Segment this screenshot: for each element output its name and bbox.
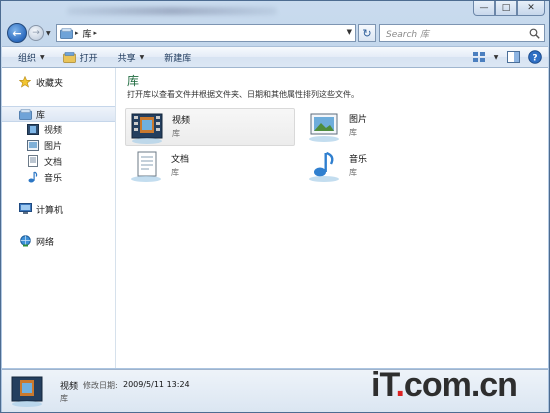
minimize-button[interactable]: —	[473, 1, 495, 16]
watermark-part-b: com.cn	[403, 366, 518, 404]
computer-icon	[18, 202, 32, 216]
library-tile-name: 文档	[171, 155, 190, 165]
organize-button[interactable]: 组织 ▼	[12, 48, 51, 66]
library-tile-name: 音乐	[349, 155, 368, 165]
document-icon	[26, 154, 40, 168]
nav-music[interactable]: 音乐	[2, 169, 115, 185]
chevron-down-icon: ▼	[40, 53, 45, 61]
refresh-button[interactable]: ↻	[358, 24, 376, 42]
watermark-dot: .	[395, 366, 405, 404]
library-tile-documents[interactable]: 文档 库	[125, 148, 295, 186]
search-input[interactable]: Search 库	[379, 24, 545, 42]
change-view-button[interactable]	[470, 49, 488, 65]
share-label: 共享	[117, 53, 136, 64]
nav-videos[interactable]: 视频	[2, 121, 115, 137]
breadcrumb-child-arrow[interactable]: ▸	[94, 29, 98, 37]
watermark-part-a: iT	[371, 366, 396, 404]
music-library-icon	[309, 151, 339, 182]
library-tile-videos[interactable]: 视频 库	[125, 108, 295, 146]
preview-pane-icon	[506, 51, 520, 63]
details-date-value: 2009/5/11 13:24	[123, 380, 190, 389]
new-library-button[interactable]: 新建库	[158, 48, 197, 66]
view-options-dropdown[interactable]: ▼	[492, 49, 500, 65]
network-icon	[18, 234, 32, 248]
recent-pages-dropdown[interactable]: ▼	[46, 30, 51, 37]
video-icon	[26, 122, 40, 136]
share-button[interactable]: 共享 ▼	[112, 48, 151, 66]
content-frame: 收藏夹 库 视频 图片 文档 音乐 计算机 网络 库 打开库以查看文件并根据文件…	[2, 68, 548, 368]
picture-icon	[26, 138, 40, 152]
search-placeholder: Search 库	[386, 29, 429, 40]
organize-label: 组织	[18, 53, 37, 64]
open-folder-icon	[62, 51, 76, 63]
toolbar-right: ▼ ?	[470, 49, 544, 65]
open-label: 打开	[79, 53, 98, 64]
nav-libraries-label: 库	[36, 110, 46, 121]
back-arrow-icon: ←	[12, 26, 22, 40]
main-pane: 库 打开库以查看文件并根据文件夹、日期和其他属性排列这些文件。 视频 库 图片 …	[117, 68, 548, 368]
nav-favorites-label: 收藏夹	[36, 78, 64, 89]
site-watermark: iT.com.cn	[371, 366, 518, 404]
nav-network[interactable]: 网络	[2, 233, 115, 249]
views-icon	[473, 52, 485, 62]
page-description: 打开库以查看文件并根据文件夹、日期和其他属性排列这些文件。	[127, 90, 359, 99]
nav-computer[interactable]: 计算机	[2, 201, 115, 217]
nav-computer-label: 计算机	[36, 205, 64, 216]
library-tile-name: 图片	[349, 115, 368, 125]
nav-pictures-label: 图片	[44, 141, 63, 152]
forward-arrow-icon: →	[32, 28, 40, 38]
maximize-button[interactable]: □	[495, 1, 517, 16]
command-bar: 组织 ▼ 打开 共享 ▼ 新建库 ▼ ?	[2, 46, 548, 68]
breadcrumb-separator[interactable]: ▸	[75, 29, 79, 37]
search-icon	[529, 28, 540, 39]
preview-pane-button[interactable]	[504, 49, 522, 65]
back-button[interactable]: ←	[7, 23, 27, 43]
refresh-icon: ↻	[362, 26, 372, 40]
forward-button[interactable]: →	[28, 25, 44, 41]
svg-text:?: ?	[532, 53, 537, 63]
blurred-window-title	[67, 7, 277, 15]
address-row: ← → ▼ ▸ 库 ▸ ▼ ↻ Search 库	[1, 21, 549, 45]
nav-favorites[interactable]: 收藏夹	[2, 74, 115, 90]
nav-pictures[interactable]: 图片	[2, 137, 115, 153]
document-library-icon	[131, 151, 161, 182]
library-tile-pictures[interactable]: 图片 库	[303, 108, 473, 146]
library-tile-music[interactable]: 音乐 库	[303, 148, 473, 186]
nav-videos-label: 视频	[44, 125, 63, 136]
help-icon: ?	[528, 50, 542, 64]
close-button[interactable]: ✕	[517, 1, 545, 16]
nav-libraries[interactable]: 库	[2, 106, 115, 122]
caption-buttons: — □ ✕	[473, 1, 545, 16]
new-library-label: 新建库	[164, 53, 192, 64]
picture-library-icon	[309, 113, 339, 142]
explorer-window: — □ ✕ ← → ▼ ▸ 库 ▸ ▼ ↻ Search 库 组织 ▼ 打开 共…	[0, 0, 550, 413]
video-library-icon	[131, 113, 163, 144]
open-button[interactable]: 打开	[57, 48, 104, 66]
details-name: 视频	[60, 382, 79, 392]
address-history-dropdown[interactable]: ▼	[347, 28, 352, 36]
details-type: 库	[60, 394, 68, 403]
library-tile-type: 库	[349, 128, 357, 137]
title-bar: — □ ✕	[1, 1, 549, 21]
library-tile-type: 库	[171, 168, 179, 177]
library-tile-name: 视频	[172, 116, 191, 126]
library-folder-icon	[60, 27, 73, 39]
nav-network-label: 网络	[36, 237, 55, 248]
library-tile-type: 库	[349, 168, 357, 177]
navigation-pane: 收藏夹 库 视频 图片 文档 音乐 计算机 网络	[2, 68, 116, 368]
details-date-label: 修改日期:	[83, 381, 118, 390]
nav-music-label: 音乐	[44, 173, 63, 184]
library-icon	[18, 107, 32, 121]
nav-documents[interactable]: 文档	[2, 153, 115, 169]
page-title: 库	[127, 74, 140, 88]
video-library-icon	[11, 376, 43, 407]
help-button[interactable]: ?	[526, 49, 544, 65]
chevron-down-icon: ▼	[139, 53, 145, 61]
star-icon	[18, 75, 32, 89]
breadcrumb-libraries[interactable]: 库	[83, 27, 92, 40]
music-note-icon	[26, 170, 40, 184]
address-bar[interactable]: ▸ 库 ▸ ▼	[56, 24, 356, 42]
nav-documents-label: 文档	[44, 157, 63, 168]
library-tile-type: 库	[172, 129, 180, 138]
